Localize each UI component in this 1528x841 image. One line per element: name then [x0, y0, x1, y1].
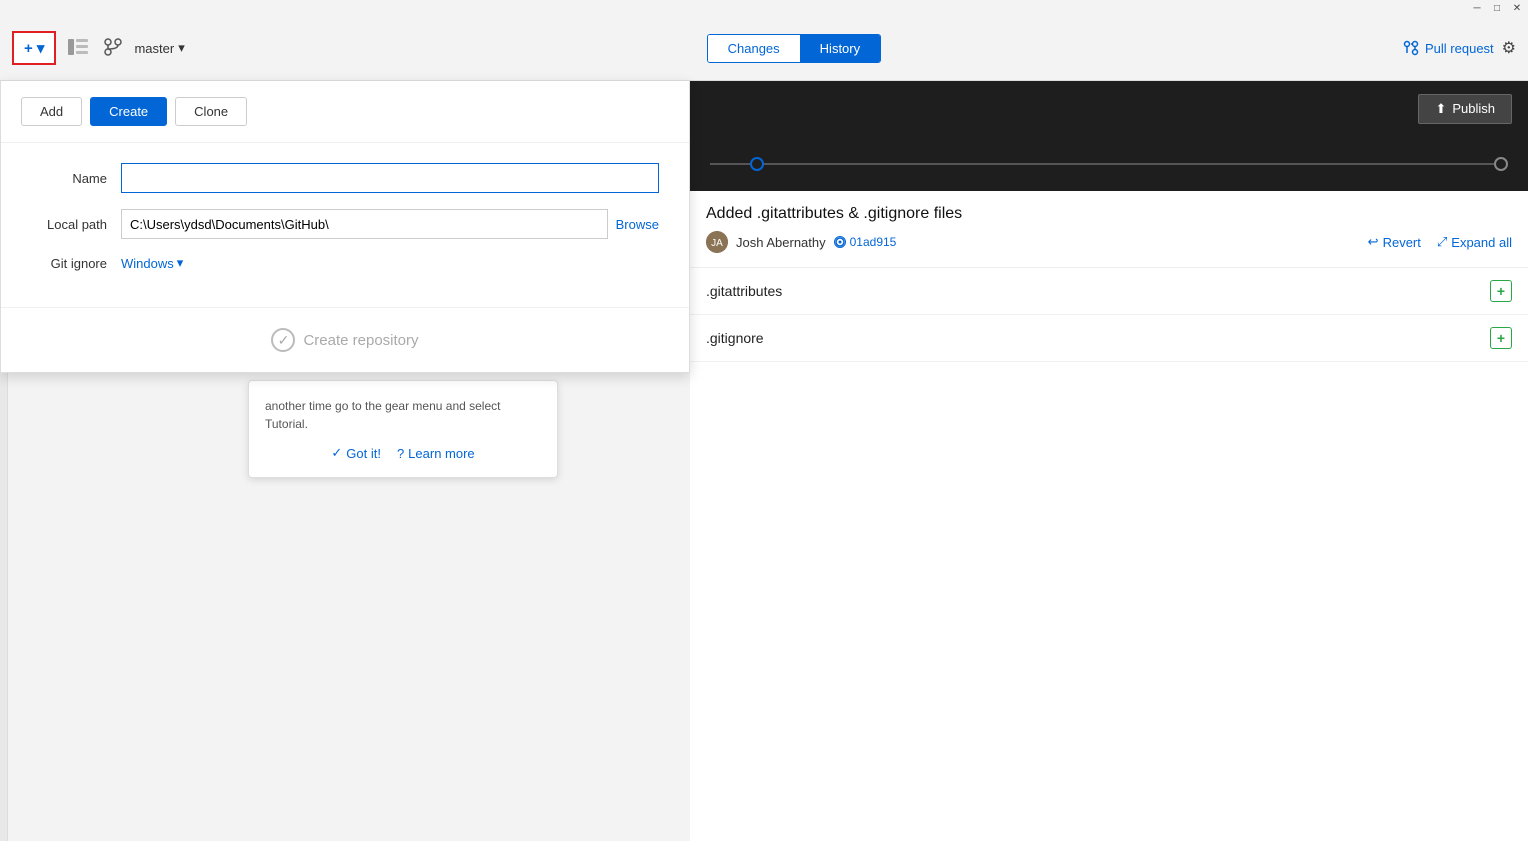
- local-path-row: Local path Browse: [31, 209, 659, 239]
- git-ignore-chevron: ▾: [177, 255, 184, 271]
- commit-meta: JA Josh Abernathy 01ad915 ↩ Revert: [706, 231, 1512, 253]
- publish-bar: ⬆ Publish: [690, 81, 1528, 136]
- close-button[interactable]: ✕: [1510, 1, 1524, 15]
- sidebar-icon: [68, 39, 88, 55]
- name-row: Name: [31, 163, 659, 193]
- branch-name: master: [134, 41, 174, 56]
- right-panel: ⬆ Publish Added .gitattributes & .gitign…: [690, 81, 1528, 841]
- table-row: .gitattributes +: [690, 268, 1528, 315]
- check-icon: ✓: [331, 445, 342, 461]
- svg-text:JA: JA: [711, 238, 723, 249]
- tutorial-text: another time go to the gear menu and sel…: [265, 397, 541, 433]
- pull-request-label: Pull request: [1425, 41, 1494, 56]
- toolbar: + ▾ master ▾ Changes History: [0, 16, 1528, 81]
- branch-chevron: ▾: [178, 40, 185, 56]
- pull-request-icon: [1403, 40, 1419, 56]
- timeline-end-dot: [1494, 157, 1508, 171]
- commit-actions: ↩ Revert ⤢ Expand all: [1368, 234, 1512, 250]
- learn-more-button[interactable]: ? Learn more: [397, 446, 475, 461]
- add-dropdown-button[interactable]: + ▾: [12, 31, 56, 65]
- learn-more-label: Learn more: [408, 446, 474, 461]
- publish-icon: ⬆: [1435, 101, 1446, 117]
- gear-icon: ⚙: [1502, 40, 1516, 57]
- revert-button[interactable]: ↩ Revert: [1368, 234, 1421, 250]
- add-button-label: + ▾: [24, 39, 44, 57]
- timeline-track[interactable]: [710, 163, 1508, 165]
- local-path-input[interactable]: [121, 209, 608, 239]
- expand-icon: ⤢: [1437, 234, 1447, 250]
- nav-tabs: Changes History: [707, 34, 882, 63]
- tutorial-links: ✓ Got it! ? Learn more: [265, 445, 541, 461]
- repository-form: Name Local path Browse Git ignore Window…: [1, 143, 689, 307]
- commit-section: Added .gitattributes & .gitignore files …: [690, 191, 1528, 268]
- table-row: .gitignore +: [690, 315, 1528, 362]
- got-it-button[interactable]: ✓ Got it!: [331, 445, 381, 461]
- revert-icon: ↩: [1368, 234, 1379, 250]
- question-icon: ?: [397, 446, 404, 461]
- timeline-bar: [690, 136, 1528, 191]
- file-list: .gitattributes + .gitignore +: [690, 268, 1528, 362]
- avatar: JA: [706, 231, 728, 253]
- sidebar-toggle-button[interactable]: [64, 35, 92, 62]
- git-ignore-label: Git ignore: [31, 256, 121, 271]
- pull-request-button[interactable]: Pull request: [1403, 40, 1494, 56]
- minimize-button[interactable]: ─: [1470, 1, 1484, 15]
- create-repository-button[interactable]: ✓ Create repository: [271, 328, 418, 352]
- got-it-label: Got it!: [346, 446, 381, 461]
- local-path-label: Local path: [31, 217, 121, 232]
- publish-button[interactable]: ⬆ Publish: [1418, 94, 1512, 124]
- timeline-current-dot: [750, 157, 764, 171]
- panel-tabs: Add Create Clone: [1, 81, 689, 143]
- avatar-image: JA: [706, 231, 728, 253]
- commit-hash-wrap: 01ad915: [834, 235, 897, 249]
- file-add-icon[interactable]: +: [1490, 327, 1512, 349]
- tutorial-card: another time go to the gear menu and sel…: [248, 380, 558, 478]
- name-label: Name: [31, 171, 121, 186]
- commit-title: Added .gitattributes & .gitignore files: [706, 205, 1512, 223]
- browse-button[interactable]: Browse: [616, 217, 659, 232]
- create-tab[interactable]: Create: [90, 97, 167, 126]
- history-tab[interactable]: History: [800, 35, 880, 62]
- commit-hash: 01ad915: [850, 235, 897, 249]
- maximize-button[interactable]: □: [1490, 1, 1504, 15]
- revert-label: Revert: [1383, 235, 1421, 250]
- changes-tab[interactable]: Changes: [708, 35, 800, 62]
- create-repo-label: Create repository: [303, 332, 418, 349]
- branch-icon: [104, 38, 122, 56]
- settings-button[interactable]: ⚙: [1502, 38, 1516, 58]
- add-tab[interactable]: Add: [21, 97, 82, 126]
- name-input[interactable]: [121, 163, 659, 193]
- git-ignore-dropdown[interactable]: Windows ▾: [121, 255, 183, 271]
- check-circle-icon: ✓: [271, 328, 295, 352]
- file-name: .gitignore: [706, 330, 1490, 346]
- panel-footer: ✓ Create repository: [1, 307, 689, 372]
- create-repository-panel: Add Create Clone Name Local path Browse …: [0, 81, 690, 373]
- git-ignore-value: Windows: [121, 256, 174, 271]
- git-ignore-row: Git ignore Windows ▾: [31, 255, 659, 271]
- clone-tab[interactable]: Clone: [175, 97, 247, 126]
- file-name: .gitattributes: [706, 283, 1490, 299]
- commit-author: Josh Abernathy: [736, 235, 826, 250]
- commit-hash-icon: [834, 236, 846, 248]
- branch-icon-button[interactable]: [100, 34, 126, 63]
- expand-all-button[interactable]: ⤢ Expand all: [1437, 234, 1512, 250]
- expand-label: Expand all: [1451, 235, 1512, 250]
- file-add-icon[interactable]: +: [1490, 280, 1512, 302]
- publish-label: Publish: [1452, 101, 1495, 116]
- branch-selector[interactable]: master ▾: [134, 40, 184, 56]
- title-bar: ─ □ ✕: [0, 0, 1528, 16]
